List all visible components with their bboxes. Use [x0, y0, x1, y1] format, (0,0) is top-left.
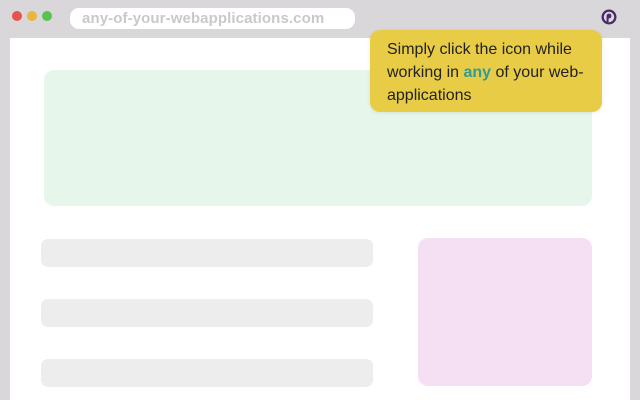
address-bar-url: any-of-your-webapplications.com — [82, 10, 325, 27]
address-bar[interactable]: any-of-your-webapplications.com — [70, 8, 355, 29]
text-placeholder-row — [41, 299, 373, 327]
onboarding-tooltip: Simply click the icon while working in a… — [370, 30, 602, 112]
browser-window: any-of-your-webapplications.com Simply c… — [0, 0, 640, 400]
text-placeholder-row — [41, 359, 373, 387]
side-placeholder-card — [418, 238, 592, 386]
minimize-window-button[interactable] — [27, 11, 37, 21]
tooltip-highlight-word: any — [463, 64, 492, 81]
extension-logo-svg — [601, 9, 617, 25]
close-window-button[interactable] — [12, 11, 22, 21]
maximize-window-button[interactable] — [42, 11, 52, 21]
extension-logo-icon[interactable] — [600, 8, 618, 26]
text-placeholder-row — [41, 239, 373, 267]
